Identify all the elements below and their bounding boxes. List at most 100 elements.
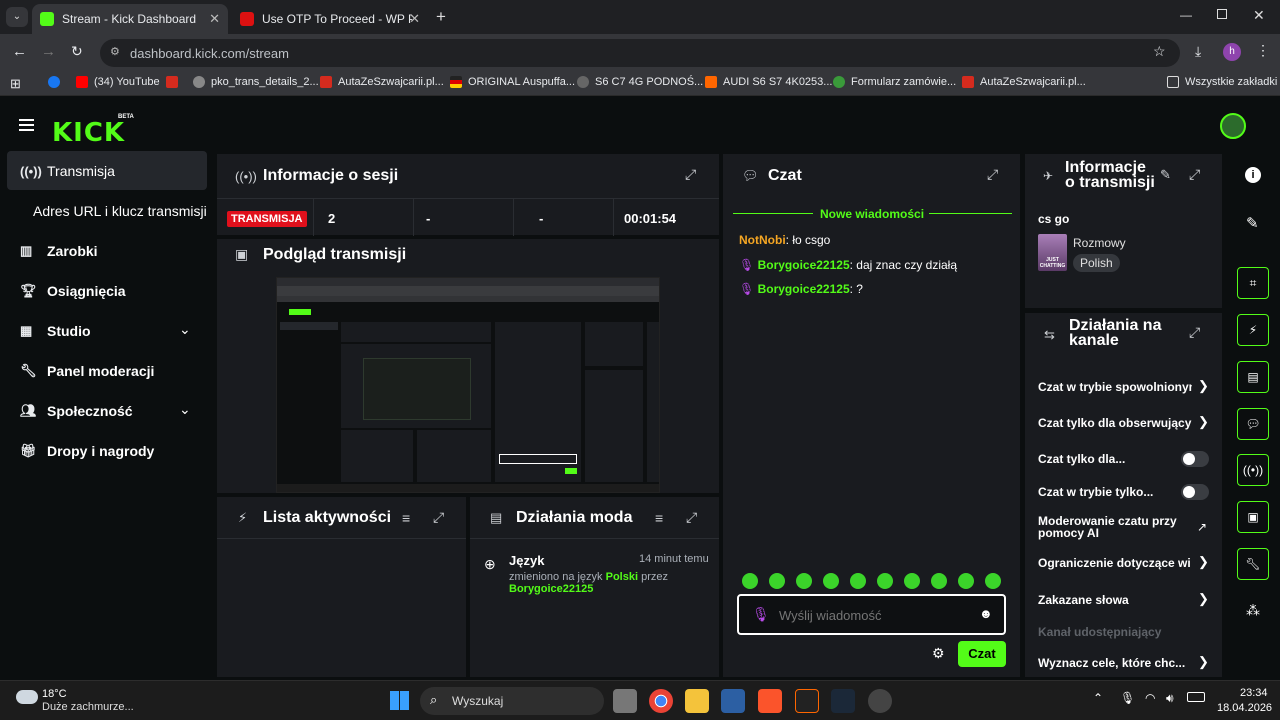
bookmark-facebook[interactable] <box>48 76 66 88</box>
app-icon[interactable] <box>721 689 745 713</box>
all-bookmarks[interactable]: Wszystkie zakładki <box>1167 76 1277 88</box>
bookmark-formularz[interactable]: Formularz zamówie... <box>833 76 956 88</box>
expand-icon[interactable]: ⤢ <box>685 166 696 183</box>
external-link-icon[interactable]: ↗ <box>1197 520 1207 534</box>
expand-icon[interactable]: ⤢ <box>987 166 998 183</box>
chat-input-box[interactable]: 🎙︎ ☻ <box>737 594 1006 635</box>
volume-icon[interactable]: 🔊︎ <box>1166 691 1174 706</box>
chat-username[interactable]: Borygoice22125 <box>758 258 850 272</box>
expand-icon[interactable]: ⤢ <box>1189 166 1200 183</box>
emote-icon[interactable] <box>823 573 839 589</box>
slow-mode-setting[interactable]: Czat w trybie spowolnionym <box>1038 380 1192 394</box>
app-icon[interactable] <box>868 689 892 713</box>
filter-icon[interactable]: ≡ <box>402 510 410 526</box>
set-goals-setting[interactable]: Wyznacz cele, które chc... <box>1038 656 1185 670</box>
forward-icon[interactable]: → <box>41 43 56 60</box>
chevron-right-icon[interactable]: ❯ <box>1198 654 1209 670</box>
kick-logo[interactable]: KICK <box>52 118 125 148</box>
chat-username[interactable]: Borygoice22125 <box>758 282 850 296</box>
hamburger-menu-icon[interactable] <box>19 119 34 131</box>
emote-icon[interactable] <box>877 573 893 589</box>
tab-search-button[interactable]: ⌄ <box>6 7 28 27</box>
emote-icon[interactable] <box>850 573 866 589</box>
user-avatar[interactable] <box>1220 113 1246 139</box>
clock-time[interactable]: 23:34 <box>1240 687 1268 699</box>
sidebar-item-panel-moderacji[interactable]: 🔧︎ Panel moderacji <box>20 363 154 379</box>
brave-icon[interactable] <box>758 689 782 713</box>
sidebar-item-transmisja[interactable]: ((•)) Transmisja <box>20 163 115 179</box>
emote-icon[interactable] <box>904 573 920 589</box>
sidebar-item-studio[interactable]: ▦ Studio <box>20 323 91 339</box>
bookmark-auta1[interactable]: AutaZeSzwajcarii.pl... <box>320 76 444 88</box>
new-tab-button[interactable]: + <box>436 7 446 27</box>
chat-message-input[interactable] <box>779 606 969 624</box>
back-icon[interactable]: ← <box>12 43 27 60</box>
sidebar-item-osiagniecia[interactable]: 🏆︎ Osiągnięcia <box>20 283 126 299</box>
download-icon[interactable]: ⤓ <box>1195 43 1201 60</box>
category-thumbnail[interactable]: JUST CHATTING <box>1038 234 1067 271</box>
windows-start-icon[interactable] <box>390 691 409 710</box>
sidebar-item-dropy[interactable]: 🎁︎ Dropy i nagrody <box>20 443 154 459</box>
bookmark-s6[interactable]: S6 C7 4G PODNOŚ... <box>577 76 703 88</box>
emote-only-toggle[interactable] <box>1181 484 1209 500</box>
chat-settings-icon[interactable]: ⚙ <box>932 645 945 662</box>
bookmark-audi[interactable]: AUDI S6 S7 4K0253... <box>705 76 832 88</box>
quick-actions-button[interactable]: ⚡︎ <box>1237 314 1269 346</box>
subscribers-only-toggle[interactable] <box>1181 451 1209 467</box>
reload-icon[interactable]: ↻ <box>71 43 83 60</box>
chevron-right-icon[interactable]: ❯ <box>1198 378 1209 394</box>
info-icon[interactable]: i <box>1245 167 1261 183</box>
chevron-down-icon[interactable]: ⌄ <box>179 321 191 338</box>
stream-layout-button[interactable]: ⌗ <box>1237 267 1269 299</box>
emote-icon[interactable] <box>742 573 758 589</box>
banned-words-setting[interactable]: Zakazane słowa <box>1038 593 1129 607</box>
expand-icon[interactable]: ⤢ <box>1189 324 1200 341</box>
site-info-icon[interactable]: ⚙ <box>110 45 120 58</box>
taskbar-search[interactable]: ⌕ Wyszukaj <box>420 687 604 715</box>
minimize-window-icon[interactable]: — <box>1180 8 1192 22</box>
sidebar-item-url-key[interactable]: Adres URL i klucz transmisji <box>33 203 207 219</box>
category-name[interactable]: Rozmowy <box>1073 236 1126 250</box>
steam-icon[interactable] <box>831 689 855 713</box>
url-bar[interactable]: ⚙ dashboard.kick.com/stream <box>100 39 1180 67</box>
edit-pencil-icon[interactable]: ✎ <box>1160 167 1171 183</box>
ai-moderation-setting[interactable]: Moderowanie czatu przy pomocy AI <box>1038 515 1178 539</box>
battery-icon[interactable] <box>1187 692 1205 702</box>
tray-overflow-icon[interactable]: ⌃ <box>1093 691 1103 705</box>
apps-grid-icon[interactable]: ⊞ <box>10 76 21 92</box>
emote-icon[interactable] <box>769 573 785 589</box>
stream-preview-video[interactable] <box>276 277 660 493</box>
sidebar-item-spolecznosc[interactable]: 👥︎ Społeczność <box>20 403 133 419</box>
chrome-icon[interactable] <box>649 689 673 713</box>
followers-only-setting[interactable]: Czat tylko dla obserwujący <box>1038 416 1192 430</box>
emoji-icon[interactable]: ☻ <box>979 606 993 621</box>
bookmark-pko[interactable]: pko_trans_details_2... <box>193 76 319 88</box>
close-tab-icon[interactable]: ✕ <box>409 11 420 27</box>
wifi-icon[interactable]: ◠ <box>1145 691 1155 705</box>
filter-icon[interactable]: ≡ <box>655 510 663 526</box>
bookmark-youtube[interactable]: (34) YouTube <box>76 76 160 88</box>
chevron-right-icon[interactable]: ❯ <box>1198 414 1209 430</box>
connections-icon[interactable]: ⁂ <box>1246 602 1260 619</box>
sidebar-item-zarobki[interactable]: ▥ Zarobki <box>20 243 98 259</box>
emote-icon[interactable] <box>796 573 812 589</box>
close-window-icon[interactable]: ✕ <box>1253 7 1265 24</box>
edit-pencil-icon[interactable]: ✎ <box>1246 214 1259 232</box>
account-age-setting[interactable]: Ograniczenie dotyczące wi <box>1038 556 1192 570</box>
emote-icon[interactable] <box>958 573 974 589</box>
profile-avatar[interactable]: h <box>1223 43 1241 61</box>
menu-kebab-icon[interactable]: ⋮ <box>1256 42 1270 59</box>
clock-date[interactable]: 18.04.2026 <box>1217 702 1272 714</box>
bookmark-star-icon[interactable]: ☆ <box>1153 43 1166 60</box>
chat-button[interactable]: 💬︎ <box>1237 408 1269 440</box>
microphone-icon[interactable]: 🎙︎ <box>1120 691 1135 705</box>
file-explorer-icon[interactable] <box>685 689 709 713</box>
expand-icon[interactable]: ⤢ <box>686 509 697 526</box>
emote-icon[interactable] <box>985 573 1001 589</box>
chat-username[interactable]: NotNobi <box>739 233 786 247</box>
task-view-icon[interactable] <box>613 689 637 713</box>
notes-button[interactable]: ▤ <box>1237 361 1269 393</box>
emote-icon[interactable] <box>931 573 947 589</box>
tools-button[interactable]: 🔧︎ <box>1237 548 1269 580</box>
browser-tab-kick[interactable]: Stream - Kick Dashboard ✕ <box>32 4 228 34</box>
